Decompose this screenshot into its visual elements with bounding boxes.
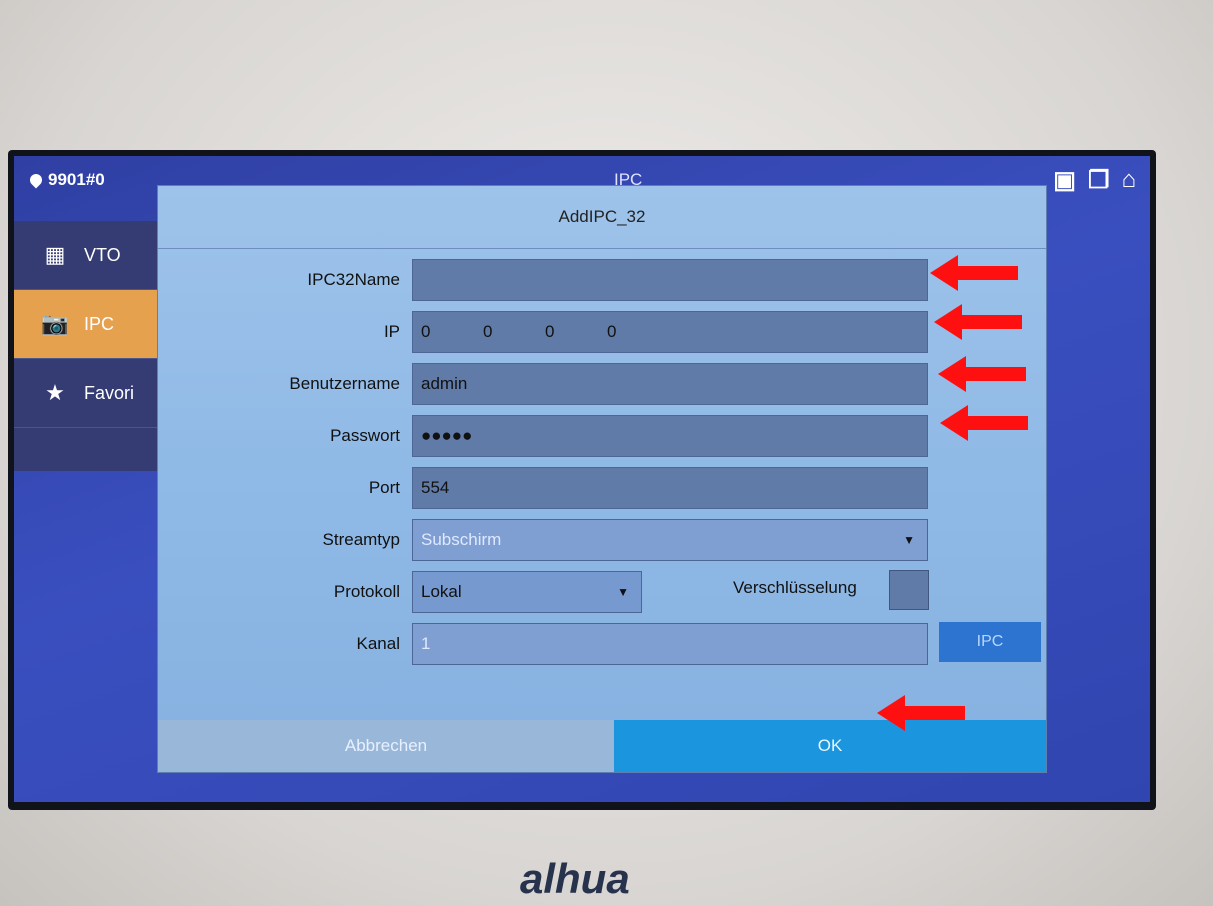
ip-label: IP [383,322,400,341]
stream-select[interactable]: Subschirm ▼ [412,519,928,561]
sidebar-item-ipc[interactable]: 📷 IPC [14,290,174,359]
room-number: 9901#0 [48,170,105,189]
sidebar-item-vto[interactable]: ▦ VTO [14,221,174,290]
annotation-arrow-2 [934,304,1022,340]
home-icon[interactable]: ⌂ [1122,166,1137,195]
intercom-icon: ▦ [44,242,66,267]
add-ipc-dialog: AddIPC_32 IPC32Name IP 0 0 0 0 Benutzern… [158,186,1046,772]
password-input[interactable]: ●●●●● [412,415,928,457]
ok-button[interactable]: OK [614,720,1046,772]
sidebar-item-label: VTO [84,244,121,265]
top-icons: ▣ ❐ ⌂ [1053,166,1136,195]
channel-input[interactable]: 1 [412,623,928,665]
stream-label: Streamtyp [322,530,400,549]
ip-input[interactable]: 0 0 0 0 [412,311,928,353]
username-input[interactable]: admin [412,363,928,405]
name-label: IPC32Name [307,270,400,289]
ip-octet-3[interactable]: 0 [545,322,607,342]
contacts-icon[interactable]: ▣ [1053,166,1076,195]
location-pin-icon [27,171,45,189]
camera-icon: 📷 [41,311,69,336]
protocol-label: Protokoll [333,582,400,601]
app-window: 9901#0 IPC ▣ ❐ ⌂ ▦ VTO 📷 IPC ★ Favori Ad… [14,156,1150,802]
chevron-down-icon: ▼ [903,533,915,547]
port-label: Port [368,478,400,497]
protocol-value: Lokal [421,582,462,601]
brand-logo: alhua [520,855,630,902]
room-indicator: 9901#0 [27,170,105,190]
port-row: Port 554 [158,466,928,510]
stream-value: Subschirm [421,530,502,549]
password-row: Passwort ●●●●● [158,414,928,458]
chevron-down-icon: ▼ [617,585,629,599]
stream-row: Streamtyp Subschirm ▼ [158,518,928,562]
name-input[interactable] [412,259,928,301]
device-screen: 9901#0 IPC ▣ ❐ ⌂ ▦ VTO 📷 IPC ★ Favori Ad… [8,150,1156,810]
annotation-arrow-1 [930,255,1018,291]
ip-row: IP 0 0 0 0 [158,310,928,354]
star-icon: ★ [45,380,65,405]
encryption-checkbox[interactable] [889,570,929,610]
cancel-button[interactable]: Abbrechen [158,720,614,772]
username-label: Benutzername [289,374,400,393]
name-row: IPC32Name [158,258,928,302]
username-row: Benutzername admin [158,362,928,406]
password-label: Passwort [330,426,400,445]
protocol-select[interactable]: Lokal ▼ [412,571,642,613]
sidebar-item-label: IPC [84,313,115,334]
channel-row: Kanal 1 [158,622,928,666]
sidebar-item-label: Favori [84,382,135,403]
sidebar: ▦ VTO 📷 IPC ★ Favori [14,221,174,471]
port-input[interactable]: 554 [412,467,928,509]
ipc-button[interactable]: IPC [939,622,1041,662]
encryption-label: Verschlüsselung [733,578,857,597]
copy-icon[interactable]: ❐ [1088,166,1110,195]
annotation-arrow-5 [876,695,966,731]
ip-octet-4[interactable]: 0 [607,322,669,342]
dialog-title: AddIPC_32 [158,186,1046,249]
sidebar-item-favorites[interactable]: ★ Favori [14,359,174,428]
channel-label: Kanal [356,634,400,653]
ip-octet-2[interactable]: 0 [483,322,545,342]
annotation-arrow-4 [940,405,1028,441]
annotation-arrow-3 [938,356,1026,392]
protocol-row: Protokoll Lokal ▼ [158,570,642,614]
ip-octet-1[interactable]: 0 [421,322,483,342]
